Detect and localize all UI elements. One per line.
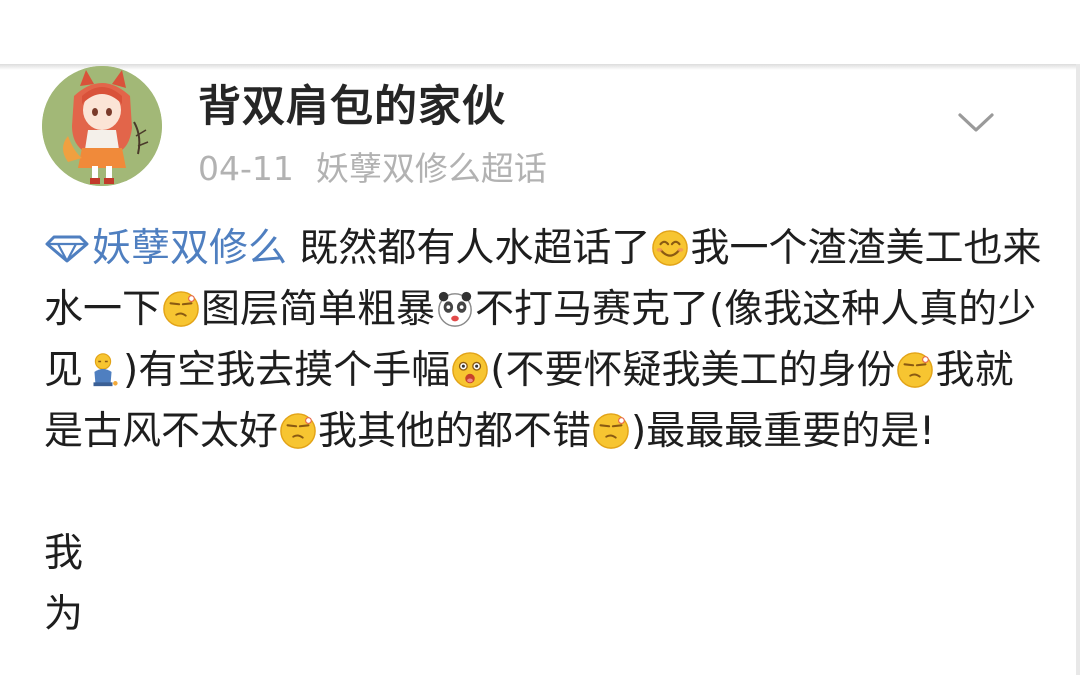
smile-emoji	[652, 230, 689, 266]
shocked-emoji	[452, 352, 489, 388]
post-line-b: 为	[44, 592, 84, 637]
chevron-down-icon[interactable]	[956, 108, 996, 138]
post-content: 妖孽双修么 既然都有人水超话了 我一个渣渣美工也来水一下 图层简单粗暴 不打马赛克了(…	[44, 218, 1044, 645]
diamond-topic-icon	[45, 235, 89, 263]
post-source[interactable]: 妖孽双修么超话	[316, 149, 547, 188]
post-text-3: 图层简单粗暴	[201, 287, 436, 332]
squat-emoji	[93, 353, 118, 387]
dizzy-emoji	[280, 413, 316, 449]
panda-emoji	[438, 291, 472, 327]
topic-link-label: 妖孽双修么	[92, 226, 288, 271]
username[interactable]: 背双肩包的家伙	[198, 72, 506, 134]
post-text-1: 既然都有人水超话了	[299, 226, 651, 271]
post-text-6: (不要怀疑我美工的身份	[490, 348, 896, 393]
post-text-5: )有空我去摸个手幅	[123, 348, 451, 393]
post-text-8: 我其他的都不错	[318, 409, 592, 454]
post-date: 04-11	[198, 149, 294, 188]
post-line-a: 我	[44, 531, 84, 576]
right-edge-shade	[1076, 64, 1080, 675]
dizzy-emoji	[593, 413, 629, 449]
dizzy-emoji	[897, 352, 934, 388]
header-divider	[0, 64, 1080, 70]
post-text-9: )最最最重要的是!	[631, 409, 935, 454]
dizzy-emoji	[163, 291, 199, 327]
post-meta: 04-11 妖孽双修么超话	[198, 142, 547, 190]
top-strip	[0, 0, 1080, 64]
avatar[interactable]	[42, 66, 162, 186]
topic-link[interactable]: 妖孽双修么	[44, 226, 287, 271]
